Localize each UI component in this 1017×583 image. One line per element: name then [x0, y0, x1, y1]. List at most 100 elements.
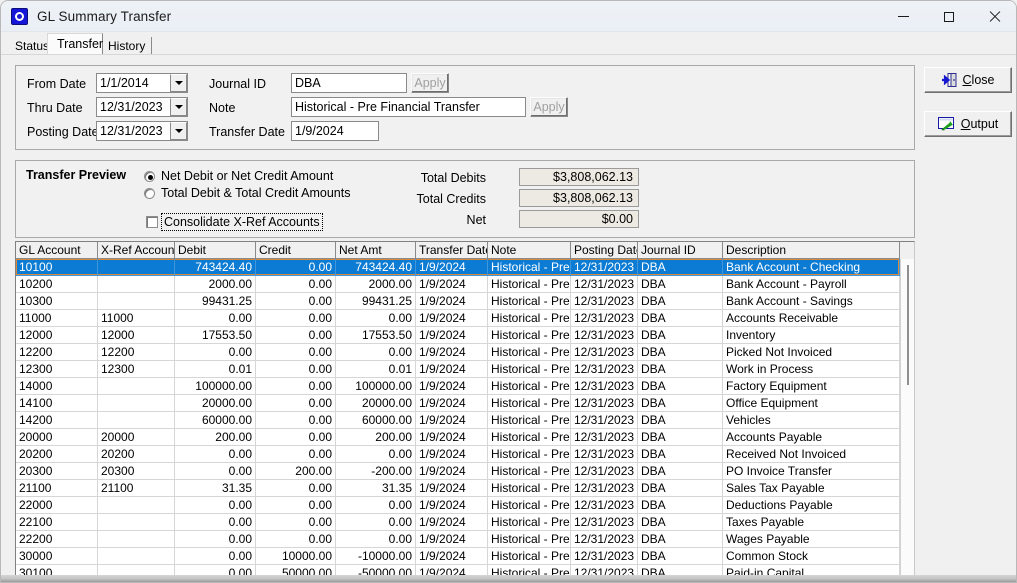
- table-row[interactable]: 14100 20000.00 0.00 20000.00 1/9/2024 Histori…: [16, 395, 914, 412]
- journal-id-apply-button[interactable]: Apply: [411, 73, 449, 93]
- cell-posting_date[interactable]: 12/31/2023: [571, 344, 638, 361]
- minimize-button[interactable]: [880, 1, 926, 32]
- cell-note[interactable]: Historical - Pre Fi: [488, 276, 571, 293]
- cell-gl_account[interactable]: 20200: [16, 446, 98, 463]
- table-row[interactable]: 14200 60000.00 0.00 60000.00 1/9/2024 Histori…: [16, 412, 914, 429]
- cell-description[interactable]: Accounts Payable: [723, 429, 900, 446]
- cell-debit[interactable]: 17553.50: [175, 327, 256, 344]
- cell-credit[interactable]: 200.00: [256, 463, 336, 480]
- cell-xref_account[interactable]: 21100: [98, 480, 175, 497]
- cell-posting_date[interactable]: 12/31/2023: [571, 480, 638, 497]
- cell-gl_account[interactable]: 10200: [16, 276, 98, 293]
- cell-gl_account[interactable]: 21100: [16, 480, 98, 497]
- grid-body[interactable]: 10100 743424.40 0.00 743424.40 1/9/2024 Histo…: [16, 259, 914, 582]
- grid-header-journal_id[interactable]: Journal ID: [638, 242, 723, 259]
- cell-description[interactable]: Factory Equipment: [723, 378, 900, 395]
- cell-net_amt[interactable]: 17553.50: [336, 327, 416, 344]
- cell-xref_account[interactable]: [98, 276, 175, 293]
- grid-vertical-scrollbar-thumb[interactable]: [907, 265, 909, 385]
- cell-credit[interactable]: 0.00: [256, 497, 336, 514]
- table-row[interactable]: 10100 743424.40 0.00 743424.40 1/9/2024 Histo…: [16, 259, 914, 276]
- cell-description[interactable]: Vehicles: [723, 412, 900, 429]
- cell-note[interactable]: Historical - Pre Fi: [488, 310, 571, 327]
- close-window-button[interactable]: [972, 1, 1016, 32]
- cell-description[interactable]: Picked Not Invoiced: [723, 344, 900, 361]
- cell-journal_id[interactable]: DBA: [638, 531, 723, 548]
- radio-net-debit-or-credit[interactable]: Net Debit or Net Credit Amount: [144, 169, 333, 183]
- cell-note[interactable]: Historical - Pre Fi: [488, 378, 571, 395]
- cell-posting_date[interactable]: 12/31/2023: [571, 276, 638, 293]
- cell-journal_id[interactable]: DBA: [638, 378, 723, 395]
- cell-debit[interactable]: 0.00: [175, 463, 256, 480]
- cell-posting_date[interactable]: 12/31/2023: [571, 412, 638, 429]
- cell-note[interactable]: Historical - Pre Fi: [488, 412, 571, 429]
- table-row[interactable]: 21100 21100 31.35 0.00 31.35 1/9/2024 Historic…: [16, 480, 914, 497]
- cell-credit[interactable]: 0.00: [256, 276, 336, 293]
- thru-date-dropdown-button[interactable]: [170, 98, 187, 116]
- cell-posting_date[interactable]: 12/31/2023: [571, 429, 638, 446]
- cell-gl_account[interactable]: 22100: [16, 514, 98, 531]
- cell-net_amt[interactable]: 0.00: [336, 514, 416, 531]
- cell-transfer_date[interactable]: 1/9/2024: [416, 463, 488, 480]
- cell-gl_account[interactable]: 10100: [16, 259, 98, 276]
- cell-xref_account[interactable]: [98, 293, 175, 310]
- cell-debit[interactable]: 20000.00: [175, 395, 256, 412]
- cell-debit[interactable]: 0.00: [175, 446, 256, 463]
- cell-credit[interactable]: 0.00: [256, 293, 336, 310]
- cell-transfer_date[interactable]: 1/9/2024: [416, 480, 488, 497]
- cell-credit[interactable]: 0.00: [256, 480, 336, 497]
- cell-note[interactable]: Historical - Pre Fi: [488, 344, 571, 361]
- cell-credit[interactable]: 0.00: [256, 259, 336, 276]
- cell-journal_id[interactable]: DBA: [638, 310, 723, 327]
- from-date-combobox[interactable]: 1/1/2014: [96, 73, 188, 93]
- cell-credit[interactable]: 10000.00: [256, 548, 336, 565]
- cell-note[interactable]: Historical - Pre Fi: [488, 480, 571, 497]
- cell-xref_account[interactable]: 12000: [98, 327, 175, 344]
- cell-gl_account[interactable]: 11000: [16, 310, 98, 327]
- cell-gl_account[interactable]: 20000: [16, 429, 98, 446]
- cell-posting_date[interactable]: 12/31/2023: [571, 378, 638, 395]
- cell-xref_account[interactable]: [98, 378, 175, 395]
- cell-transfer_date[interactable]: 1/9/2024: [416, 327, 488, 344]
- transfer-preview-grid[interactable]: GL Account X-Ref Account Debit Credit Net Am…: [15, 241, 915, 582]
- transfer-date-input[interactable]: 1/9/2024: [291, 121, 379, 141]
- cell-transfer_date[interactable]: 1/9/2024: [416, 310, 488, 327]
- cell-gl_account[interactable]: 14200: [16, 412, 98, 429]
- cell-gl_account[interactable]: 22000: [16, 497, 98, 514]
- cell-credit[interactable]: 0.00: [256, 446, 336, 463]
- cell-description[interactable]: Common Stock: [723, 548, 900, 565]
- posting-date-dropdown-button[interactable]: [170, 122, 187, 140]
- cell-journal_id[interactable]: DBA: [638, 514, 723, 531]
- cell-posting_date[interactable]: 12/31/2023: [571, 446, 638, 463]
- cell-description[interactable]: PO Invoice Transfer: [723, 463, 900, 480]
- consolidate-xref-checkbox[interactable]: Consolidate X-Ref Accounts: [146, 213, 323, 231]
- table-row[interactable]: 22200 0.00 0.00 0.00 1/9/2024 Historical - Pr…: [16, 531, 914, 548]
- note-apply-button[interactable]: Apply: [530, 97, 568, 117]
- cell-journal_id[interactable]: DBA: [638, 259, 723, 276]
- cell-credit[interactable]: 0.00: [256, 531, 336, 548]
- posting-date-combobox[interactable]: 12/31/2023: [96, 121, 188, 141]
- cell-net_amt[interactable]: 743424.40: [336, 259, 416, 276]
- cell-posting_date[interactable]: 12/31/2023: [571, 310, 638, 327]
- grid-header-gl_account[interactable]: GL Account: [16, 242, 98, 259]
- cell-description[interactable]: Received Not Invoiced: [723, 446, 900, 463]
- cell-posting_date[interactable]: 12/31/2023: [571, 463, 638, 480]
- cell-description[interactable]: Office Equipment: [723, 395, 900, 412]
- from-date-dropdown-button[interactable]: [170, 74, 187, 92]
- cell-note[interactable]: Historical - Pre Fi: [488, 429, 571, 446]
- table-row[interactable]: 20000 20000 200.00 0.00 200.00 1/9/2024 Histor…: [16, 429, 914, 446]
- thru-date-combobox[interactable]: 12/31/2023: [96, 97, 188, 117]
- cell-net_amt[interactable]: 100000.00: [336, 378, 416, 395]
- journal-id-input[interactable]: DBA: [291, 73, 407, 93]
- cell-description[interactable]: Work in Process: [723, 361, 900, 378]
- cell-journal_id[interactable]: DBA: [638, 463, 723, 480]
- cell-net_amt[interactable]: 60000.00: [336, 412, 416, 429]
- cell-transfer_date[interactable]: 1/9/2024: [416, 497, 488, 514]
- cell-net_amt[interactable]: 0.00: [336, 344, 416, 361]
- cell-debit[interactable]: 0.01: [175, 361, 256, 378]
- tab-transfer[interactable]: Transfer: [47, 33, 103, 54]
- cell-net_amt[interactable]: 31.35: [336, 480, 416, 497]
- cell-xref_account[interactable]: 20200: [98, 446, 175, 463]
- cell-net_amt[interactable]: 0.01: [336, 361, 416, 378]
- cell-gl_account[interactable]: 20300: [16, 463, 98, 480]
